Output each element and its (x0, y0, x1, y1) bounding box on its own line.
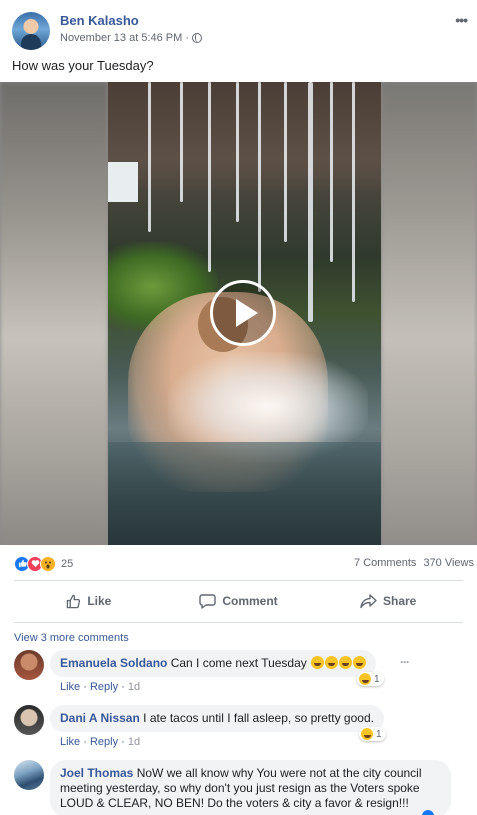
commenter-avatar[interactable] (14, 705, 44, 735)
grinning-emoji-icon (339, 656, 353, 669)
play-icon[interactable] (210, 280, 276, 346)
comment-reply-link[interactable]: Reply (90, 681, 118, 693)
comment-time[interactable]: 1d (128, 681, 140, 693)
video-blur-left (0, 82, 108, 545)
comment-text-line2: meeting yesterday, so why don't you just… (60, 781, 420, 795)
share-icon (360, 593, 377, 608)
comment-reaction-badge[interactable]: 1 (357, 672, 384, 686)
wow-reaction-icon (40, 556, 56, 572)
commenter-avatar[interactable] (14, 650, 44, 680)
waterfall-stream (308, 82, 313, 322)
reaction-count[interactable]: 25 (61, 558, 73, 570)
divider (14, 580, 463, 581)
comment-actions: Like · Reply · 1d (60, 736, 141, 748)
waterfall-stream (330, 82, 333, 262)
post-timestamp[interactable]: November 13 at 5:46 PM · (60, 32, 189, 44)
waterfall-stream (352, 82, 355, 302)
waterfall-stream (180, 82, 183, 202)
comment-button[interactable]: Comment (164, 586, 314, 616)
comment-bubble: Joel Thomas NoW we all know why You were… (50, 760, 451, 815)
comment-bubble: Dani A Nissan I ate tacos until I fall a… (50, 705, 384, 732)
more-options-icon[interactable]: ••• (455, 12, 468, 28)
waterfall-stream (284, 82, 287, 242)
share-label: Share (383, 594, 417, 608)
waterfall-stream (258, 82, 261, 292)
comment-time[interactable]: 1d (128, 736, 140, 748)
comment-reaction-count: 1 (374, 673, 380, 685)
engagement-counts: 7 Comments 370 Views (350, 557, 474, 569)
comment-text-line3: LOUD & CLEAR, NO BEN! Do the voters & ci… (60, 796, 409, 810)
post-actions: Like Comment Share (14, 586, 463, 616)
like-label: Like (87, 594, 112, 608)
waterfall-stream (236, 82, 239, 222)
commenter-name[interactable]: Joel Thomas (60, 766, 133, 780)
reaction-indicator-icon (422, 810, 434, 815)
grinning-emoji-icon (311, 656, 325, 669)
comment-text-line1: NoW we all know why You were not at the … (136, 766, 422, 780)
commenter-name[interactable]: Dani A Nissan (60, 711, 140, 725)
share-button[interactable]: Share (313, 586, 463, 616)
like-button[interactable]: Like (14, 586, 164, 616)
comment-text: Can I come next Tuesday (170, 656, 307, 670)
author-name[interactable]: Ben Kalasho (60, 13, 139, 28)
view-count: 370 Views (423, 557, 474, 569)
comment-bubble: Emanuela Soldano Can I come next Tuesday (50, 650, 377, 677)
waterfall-stream (208, 82, 211, 272)
comment-label: Comment (222, 594, 278, 608)
commenter-name[interactable]: Emanuela Soldano (60, 656, 167, 670)
haha-reaction-icon (359, 673, 371, 685)
reaction-summary[interactable]: 25 (14, 556, 73, 572)
thumbs-up-icon (67, 594, 81, 608)
globe-icon (192, 33, 203, 43)
view-more-comments-link[interactable]: View 3 more comments (14, 632, 129, 644)
comment-reply-link[interactable]: Reply (90, 736, 118, 748)
post-stats: 25 7 Comments 370 Views (14, 556, 474, 574)
waterfall-stream (148, 82, 151, 232)
comment-reaction-count: 1 (376, 728, 382, 740)
grinning-emoji-icon (325, 656, 339, 669)
comment-like-link[interactable]: Like (60, 681, 80, 693)
comment-icon (199, 593, 217, 609)
post-header: Ben Kalasho November 13 at 5:46 PM · ••• (12, 10, 468, 50)
haha-reaction-icon (361, 728, 373, 740)
author-avatar[interactable] (12, 12, 50, 50)
comment-more-icon[interactable]: ··· (400, 655, 410, 669)
post-meta: November 13 at 5:46 PM · (60, 32, 203, 44)
commenter-avatar[interactable] (14, 760, 44, 790)
post-text: How was your Tuesday? (12, 58, 154, 73)
divider (14, 622, 463, 623)
comment-text: I ate tacos until I fall asleep, so pret… (143, 711, 374, 725)
video-blur-right (381, 82, 477, 545)
video-pool (108, 442, 381, 545)
grinning-emoji-icon (353, 656, 367, 669)
post-video[interactable] (0, 82, 477, 545)
comment-count[interactable]: 7 Comments (354, 557, 416, 569)
comment-like-link[interactable]: Like (60, 736, 80, 748)
comment-reaction-badge[interactable]: 1 (359, 727, 386, 741)
video-sky (108, 162, 138, 202)
comment-actions: Like · Reply · 1d (60, 681, 141, 693)
